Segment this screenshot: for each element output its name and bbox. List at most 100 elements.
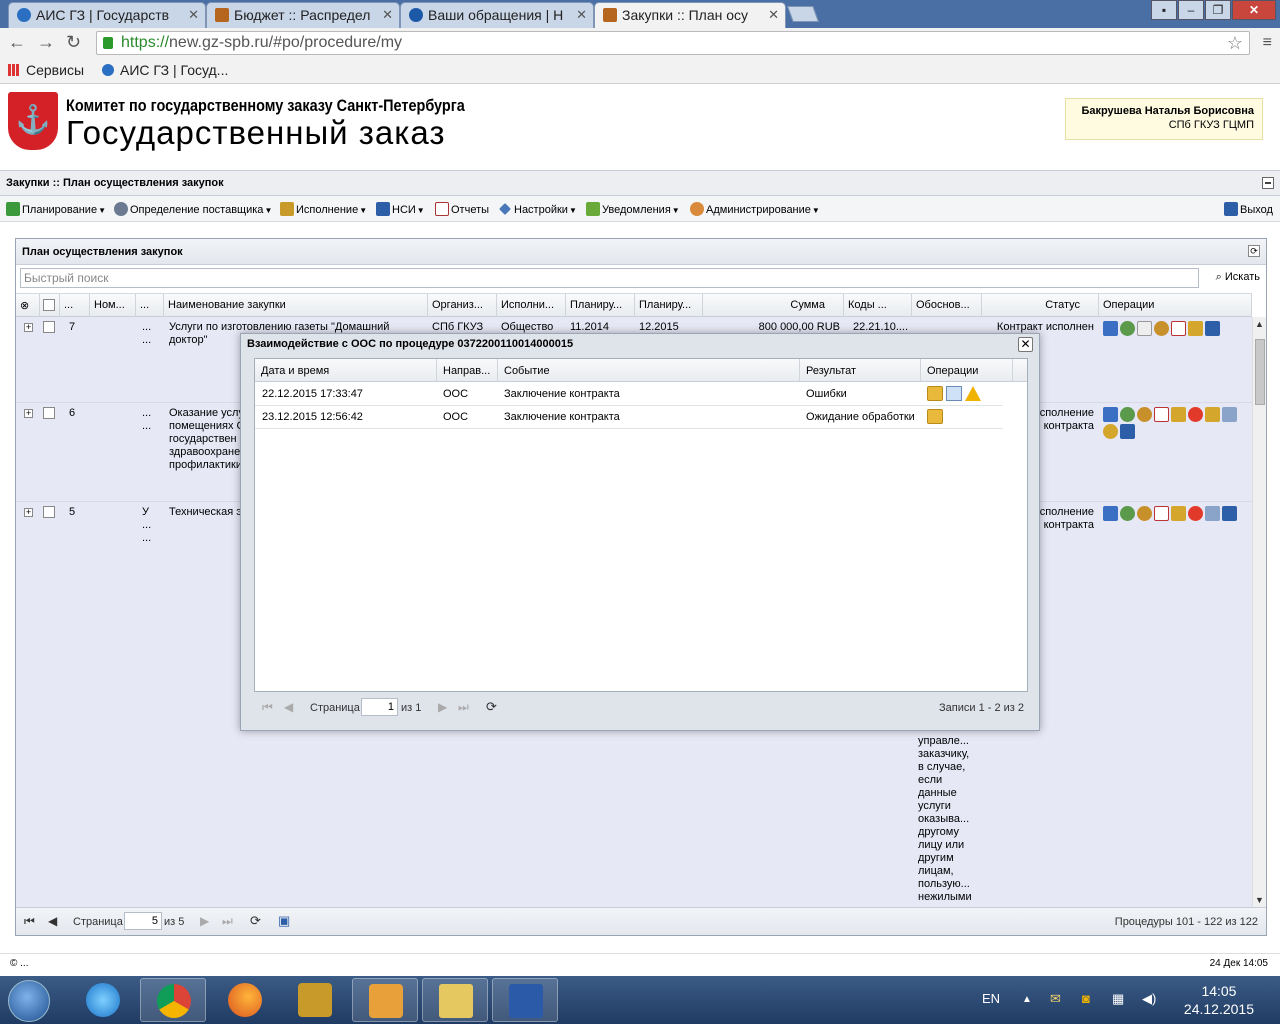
url-field[interactable]: https://new.gz-spb.ru/#po/procedure/my ☆ xyxy=(96,31,1250,55)
emblem-icon[interactable] xyxy=(1137,407,1152,422)
col-header-name[interactable]: Наименование закупки xyxy=(164,294,428,317)
document-view-icon[interactable] xyxy=(946,386,962,401)
col-header-justification[interactable]: Обоснов... xyxy=(912,294,982,317)
table-row[interactable]: 22.12.2015 17:33:47 ООС Заключение контр… xyxy=(255,383,1003,406)
next-page-icon[interactable]: ▶ xyxy=(200,914,209,928)
restore-icon[interactable]: ❐ xyxy=(1205,0,1231,20)
tab-close-icon[interactable]: ✕ xyxy=(576,7,587,23)
menu-notifications[interactable]: Уведомления▼ xyxy=(586,202,680,216)
col-header-status[interactable]: Статус xyxy=(982,294,1099,317)
expand-icon[interactable]: + xyxy=(24,409,33,418)
start-button[interactable] xyxy=(8,980,50,1022)
stop-icon[interactable] xyxy=(1188,407,1203,422)
taskbar-word[interactable] xyxy=(492,978,558,1022)
package-icon[interactable] xyxy=(927,409,943,424)
col-header-codes[interactable]: Коды ... xyxy=(844,294,912,317)
col-header-plan1[interactable]: Планиру... xyxy=(566,294,635,317)
col-header-operations[interactable]: Операции xyxy=(921,359,1013,382)
row-checkbox[interactable] xyxy=(43,506,55,518)
reload-icon[interactable]: ↻ xyxy=(66,32,81,53)
refresh-icon[interactable]: ⟳ xyxy=(1248,245,1260,257)
language-indicator[interactable]: EN xyxy=(982,991,1000,1006)
menu-settings[interactable]: Настройки▼ xyxy=(498,202,577,216)
search-icon[interactable] xyxy=(1103,424,1118,439)
chart-icon[interactable] xyxy=(1103,407,1118,422)
tab-close-icon[interactable]: ✕ xyxy=(768,7,779,23)
chart-icon[interactable] xyxy=(1103,321,1118,336)
pencil-icon[interactable] xyxy=(1171,407,1186,422)
browser-tab-requests[interactable]: Ваши обращения | Н ✕ xyxy=(400,2,594,28)
row-checkbox[interactable] xyxy=(43,407,55,419)
menu-planning[interactable]: Планирование▼ xyxy=(6,202,106,216)
report-icon[interactable] xyxy=(1171,321,1186,336)
new-tab-button[interactable] xyxy=(787,6,819,22)
report-icon[interactable] xyxy=(1154,506,1169,521)
taskbar-app-gold[interactable] xyxy=(282,978,348,1022)
chart-icon[interactable] xyxy=(1103,506,1118,521)
close-window-icon[interactable]: ✕ xyxy=(1232,0,1276,20)
col-header[interactable]: ... xyxy=(136,294,164,317)
report-icon[interactable] xyxy=(1154,407,1169,422)
scroll-down-icon[interactable]: ▼ xyxy=(1255,895,1264,905)
page-number-input[interactable] xyxy=(124,912,162,930)
menu-nsi[interactable]: НСИ▼ xyxy=(376,202,425,216)
forward-icon[interactable]: → xyxy=(37,32,55,53)
next-page-icon[interactable]: ▶ xyxy=(438,700,447,714)
search-button[interactable]: ⌕ Искать xyxy=(1216,271,1260,284)
bar-chart-icon[interactable] xyxy=(1205,506,1220,521)
bar-chart-icon[interactable] xyxy=(1222,407,1237,422)
taskbar-firefox[interactable] xyxy=(212,978,278,1022)
close-icon[interactable]: ✕ xyxy=(1018,337,1033,352)
col-header-plan2[interactable]: Планиру... xyxy=(635,294,703,317)
quick-search-input[interactable] xyxy=(20,268,1199,288)
col-header-executor[interactable]: Исполни... xyxy=(497,294,566,317)
menu-admin[interactable]: Администрирование▼ xyxy=(690,202,820,216)
books-icon[interactable] xyxy=(1222,506,1237,521)
col-header-org[interactable]: Организ... xyxy=(428,294,497,317)
taskbar-outlook[interactable] xyxy=(352,978,418,1022)
document-icon[interactable] xyxy=(1137,321,1152,336)
minimize-icon[interactable]: – xyxy=(1178,0,1204,20)
col-header-sum[interactable]: Сумма xyxy=(703,294,844,317)
expand-icon[interactable]: + xyxy=(24,323,33,332)
network-icon[interactable]: ▦ xyxy=(1112,991,1124,1007)
bookmark-apps[interactable]: Сервисы xyxy=(8,62,84,78)
gears-icon[interactable] xyxy=(1120,407,1135,422)
volume-icon[interactable]: ◀) xyxy=(1142,991,1156,1007)
select-all-checkbox[interactable] xyxy=(40,294,60,317)
books-icon[interactable] xyxy=(1205,321,1220,336)
menu-execution[interactable]: Исполнение▼ xyxy=(280,202,367,216)
checkbox[interactable] xyxy=(43,299,55,311)
menu-supplier[interactable]: Определение поставщика▼ xyxy=(114,202,272,216)
first-page-icon[interactable]: ⏮ xyxy=(262,700,273,715)
first-page-icon[interactable]: ⏮ xyxy=(24,914,35,929)
collapse-icon[interactable] xyxy=(1262,177,1274,189)
package-icon[interactable] xyxy=(927,386,943,401)
grid-scrollbar[interactable]: ▲ ▼ xyxy=(1252,317,1266,907)
emblem-icon[interactable] xyxy=(1154,321,1169,336)
scroll-thumb[interactable] xyxy=(1255,339,1265,405)
taskbar-chrome[interactable] xyxy=(140,978,206,1022)
browser-menu-icon[interactable]: ≡ xyxy=(1263,34,1272,52)
stop-icon[interactable] xyxy=(1188,506,1203,521)
col-header-operations[interactable]: Операции xyxy=(1099,294,1252,317)
col-header-direction[interactable]: Направ... xyxy=(437,359,498,382)
menu-exit[interactable]: Выход xyxy=(1224,202,1273,216)
last-page-icon[interactable]: ⏭ xyxy=(222,914,233,929)
col-header-number[interactable]: Ном... xyxy=(90,294,136,317)
tray-expand-icon[interactable]: ▲ xyxy=(1022,994,1032,1005)
refresh-icon[interactable]: ⟳ xyxy=(250,913,261,929)
last-page-icon[interactable]: ⏭ xyxy=(458,700,469,715)
col-header-event[interactable]: Событие xyxy=(498,359,800,382)
col-header[interactable]: ... xyxy=(60,294,90,317)
bookmark-star-icon[interactable]: ☆ xyxy=(1227,33,1243,54)
taskbar-ie[interactable] xyxy=(70,978,136,1022)
user-icon[interactable]: ▪ xyxy=(1151,0,1177,20)
prev-page-icon[interactable]: ◀ xyxy=(284,700,293,714)
expand-icon[interactable]: + xyxy=(24,508,33,517)
refresh-icon[interactable]: ⟳ xyxy=(486,699,497,715)
tab-close-icon[interactable]: ✕ xyxy=(382,7,393,23)
prev-page-icon[interactable]: ◀ xyxy=(48,914,57,928)
col-header-datetime[interactable]: Дата и время xyxy=(255,359,437,382)
back-icon[interactable]: ← xyxy=(8,32,26,53)
